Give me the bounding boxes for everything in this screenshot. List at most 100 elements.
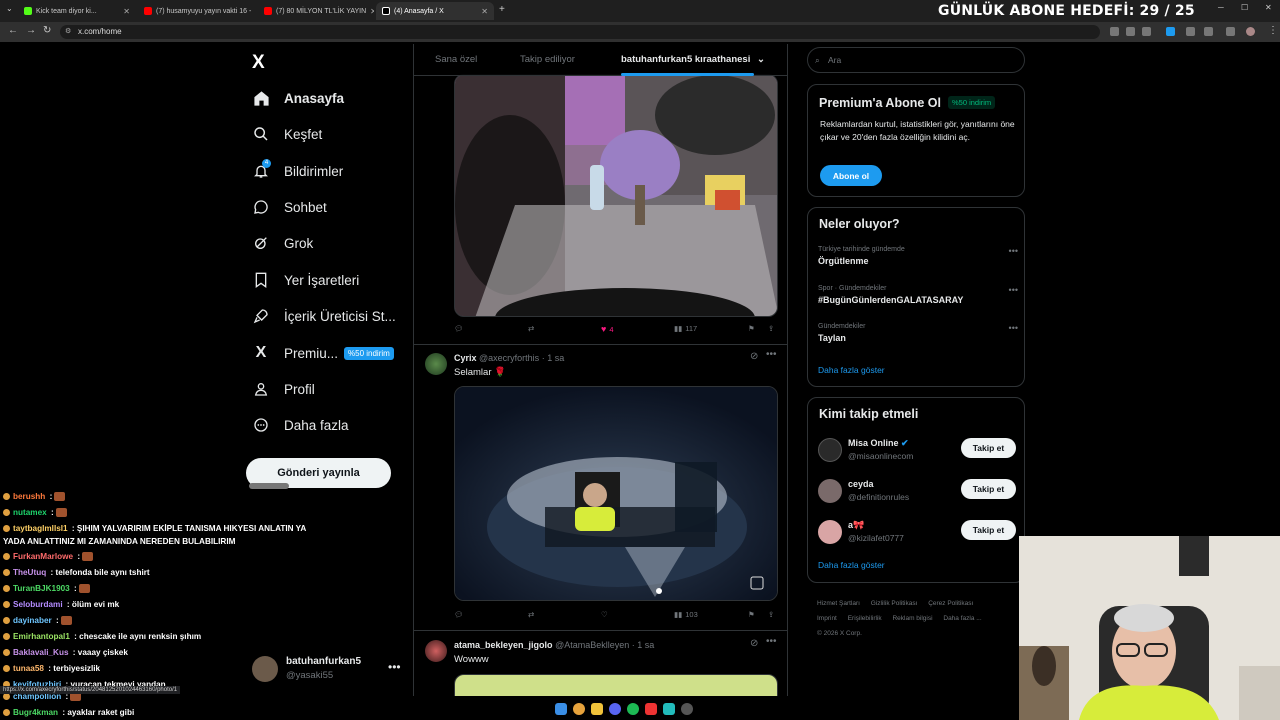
search-input[interactable]: ⌕ Ara [807,47,1025,73]
share-icon[interactable]: ⇪ [768,610,774,619]
reply-icon[interactable]: 💬︎ [454,610,464,619]
more-dots-icon[interactable]: ••• [766,636,777,647]
close-tab-icon[interactable]: ✕ [481,7,488,16]
like-button[interactable]: ♥ 4 [601,324,614,334]
views-button[interactable]: ▮▮ 117 [674,324,697,333]
extension-icon[interactable] [1166,27,1175,36]
tweet-photo[interactable] [454,674,778,696]
footer-link[interactable]: Çerez Politikası [928,600,973,607]
nav-bookmarks[interactable]: Yer İşaretleri [252,267,359,293]
bookmark-icon[interactable]: ⚑ [748,610,755,619]
grok-icon[interactable]: ⊘ [750,638,758,649]
grok-icon[interactable]: ⊘ [750,351,758,362]
trend-item[interactable]: Gündemdekiler Taylan ••• [818,323,1018,343]
obs-icon[interactable] [681,703,693,715]
tab-for-you[interactable]: Sana özel [435,54,477,65]
footer-link[interactable]: Daha fazla ... [943,615,981,622]
follow-button[interactable]: Takip et [961,438,1016,458]
tweet-time[interactable]: · 1 sa [632,640,655,650]
retweet-icon[interactable]: ⇄ [528,324,534,333]
nav-grok[interactable]: Grok [252,230,313,256]
more-dots-icon[interactable]: ••• [766,349,777,360]
nav-premium[interactable]: X Premiu... %50 indirim [252,340,394,366]
tweet-photo[interactable] [454,74,778,317]
close-tab-icon[interactable]: ✕ [255,7,256,16]
trend-item[interactable]: Spor · Gündemdekiler #BugünGünlerdenGALA… [818,285,1018,305]
chrome-icon[interactable] [573,703,585,715]
retweet-icon[interactable]: ⇄ [528,610,534,619]
file-explorer-icon[interactable] [591,703,603,715]
discord-icon[interactable] [609,703,621,715]
follow-suggestion[interactable]: ceyda @definitionrules Takip et [818,477,1018,505]
views-button[interactable]: ▮▮ 103 [674,610,698,619]
new-tab-button[interactable]: + [499,4,505,15]
browser-tab[interactable]: Kick team diyor ki... ✕ [18,2,136,20]
more-dots-icon[interactable]: ••• [1009,323,1018,333]
author-handle[interactable]: @axecryforthis [479,353,539,363]
show-more-link[interactable]: Daha fazla göster [818,365,885,375]
nav-profile[interactable]: Profil [252,376,315,402]
bookmark-icon[interactable]: ⚑ [748,324,755,333]
avatar[interactable] [425,353,447,375]
extensions-puzzle-icon[interactable] [1204,27,1213,36]
spotify-icon[interactable] [627,703,639,715]
footer-link[interactable]: Gizlilik Politikası [871,600,918,607]
app-icon[interactable] [645,703,657,715]
forward-icon[interactable]: → [26,25,36,36]
cast-icon[interactable] [1110,27,1119,36]
follow-suggestion[interactable]: a🎀 @kizilafet0777 Takip et [818,518,1018,546]
browser-tab[interactable]: (7) 80 MİLYON TL'LİK YAYIN ✕ [258,2,374,20]
nav-explore[interactable]: Keşfet [252,121,322,147]
profile-avatar-icon[interactable] [1246,27,1255,36]
reply-icon[interactable]: 💬︎ [454,324,464,333]
author-handle[interactable]: @AtamaBeklleyen [555,640,629,650]
tweet-time[interactable]: · 1 sa [542,353,565,363]
follow-button[interactable]: Takip et [961,479,1016,499]
url-field[interactable]: ⚙ x.com/home [60,25,1100,39]
extension-icon[interactable] [1186,27,1195,36]
back-icon[interactable]: ← [8,25,18,36]
more-dots-icon[interactable]: ••• [388,660,401,674]
share-icon[interactable]: ⇪ [768,324,774,333]
like-icon[interactable]: ♡ [601,610,608,619]
maximize-icon[interactable]: ☐ [1241,3,1248,12]
zoom-icon[interactable] [1126,27,1135,36]
more-dots-icon[interactable]: ••• [1009,285,1018,295]
app-icon[interactable] [663,703,675,715]
browser-tab-active[interactable]: (4) Anasayfa / X ✕ [376,2,494,20]
star-icon[interactable] [1142,27,1151,36]
browser-menu-icon[interactable]: ⋮ [1268,25,1278,36]
trend-item[interactable]: Türkiye tarihinde gündemde Örgütlenme ••… [818,246,1018,266]
nav-creator-studio[interactable]: İçerik Üreticisi St... [252,303,396,329]
tab-search-icon[interactable]: ⌄ [6,4,13,13]
nav-notifications[interactable]: 4 Bildirimler [252,158,343,184]
download-icon[interactable] [1226,27,1235,36]
minimize-icon[interactable]: ─ [1218,3,1224,12]
browser-tab[interactable]: (7) husamyuyu yayın vakti 16 - ✕ [138,2,256,20]
tweet-photo[interactable] [454,386,778,601]
footer-link[interactable]: Imprint [817,615,837,622]
tab-community[interactable]: batuhanfurkan5 kıraathanesi ⌄ [621,54,765,65]
avatar[interactable] [425,640,447,662]
footer-link[interactable]: Hizmet Şartları [817,600,860,607]
x-logo[interactable]: X [252,52,265,74]
reload-icon[interactable]: ↻ [43,25,51,36]
subscribe-button[interactable]: Abone ol [820,165,882,186]
close-tab-icon[interactable]: ✕ [123,7,130,16]
nav-home[interactable]: Anasayfa [252,85,344,111]
show-more-link[interactable]: Daha fazla göster [818,560,885,570]
follow-suggestion[interactable]: Misa Online ✔ @misaonlinecom Takip et [818,436,1018,464]
close-window-icon[interactable]: ✕ [1265,3,1272,12]
close-tab-icon[interactable]: ✕ [370,7,374,16]
follow-button[interactable]: Takip et [961,520,1016,540]
author-name[interactable]: atama_bekleyen_jigolo [454,640,553,650]
footer-link[interactable]: Reklam bilgisi [892,615,932,622]
nav-more[interactable]: Daha fazla [252,412,349,438]
footer-link[interactable]: Erişilebilirlik [848,615,882,622]
author-name[interactable]: Cyrix [454,353,477,363]
nav-chat[interactable]: Sohbet [252,194,327,220]
more-dots-icon[interactable]: ••• [1009,246,1018,256]
start-icon[interactable] [555,703,567,715]
tab-following[interactable]: Takip ediliyor [520,54,575,65]
site-info-icon[interactable]: ⚙ [65,25,71,39]
